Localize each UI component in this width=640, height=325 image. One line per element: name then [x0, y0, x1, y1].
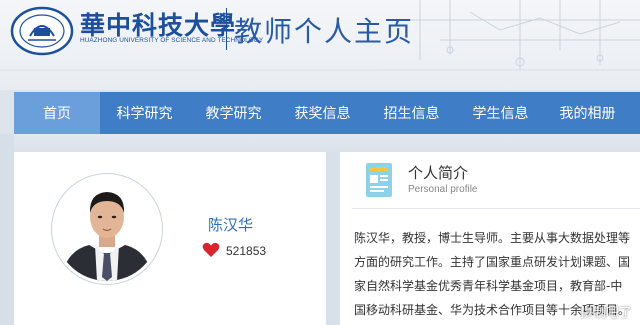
heart-icon[interactable] [202, 242, 220, 258]
intro-divider [352, 208, 640, 209]
nav-item-research[interactable]: 科学研究 [100, 92, 189, 134]
nav-item-home[interactable]: 首页 [14, 92, 100, 134]
nav-item-admissions[interactable]: 招生信息 [367, 92, 456, 134]
intro-subtitle: Personal profile [408, 184, 478, 195]
intro-title: 个人简介 [408, 164, 469, 182]
avatar-portrait [55, 177, 159, 281]
avatar [52, 174, 162, 284]
university-name-en: HUAZHONG UNIVERSITY OF SCIENCE AND TECHN… [80, 37, 264, 44]
background-gap [326, 152, 340, 325]
logo-divider [226, 8, 227, 50]
background-left [0, 134, 14, 325]
nav-item-awards[interactable]: 获奖信息 [278, 92, 367, 134]
site-title: 教师个人主页 [234, 15, 415, 48]
nav-item-students[interactable]: 学生信息 [456, 92, 545, 134]
hust-seal-icon [10, 6, 74, 56]
profile-document-icon [366, 163, 392, 197]
teacher-name: 陈汉华 [208, 216, 254, 234]
nav-item-teaching[interactable]: 教学研究 [189, 92, 278, 134]
intro-line: 家自然科学基金优秀青年科学基金项目，教育部-中 [354, 279, 623, 293]
intro-card: 个人简介 Personal profile 陈汉华，教授，博士生导师。主要从事大… [340, 152, 640, 325]
nav-item-album[interactable]: 我的相册 [545, 92, 630, 134]
main-nav: 首页 科学研究 教学研究 获奖信息 招生信息 学生信息 我的相册 [14, 92, 640, 134]
university-name-cn: 華中科技大學 [80, 11, 237, 40]
watermark: 拼制吧了 [579, 306, 632, 321]
intro-line: 陈汉华，教授，博士生导师。主要从事大数据处理等 [354, 231, 631, 245]
site-header: 華中科技大學 HUAZHONG UNIVERSITY OF SCIENCE AN… [0, 0, 640, 90]
profile-card: 陈汉华 521853 [14, 152, 326, 325]
background-strip [0, 134, 640, 152]
like-count: 521853 [226, 244, 267, 258]
intro-line: 方面的研究工作。主持了国家重点研发计划课题、国 [354, 255, 631, 269]
